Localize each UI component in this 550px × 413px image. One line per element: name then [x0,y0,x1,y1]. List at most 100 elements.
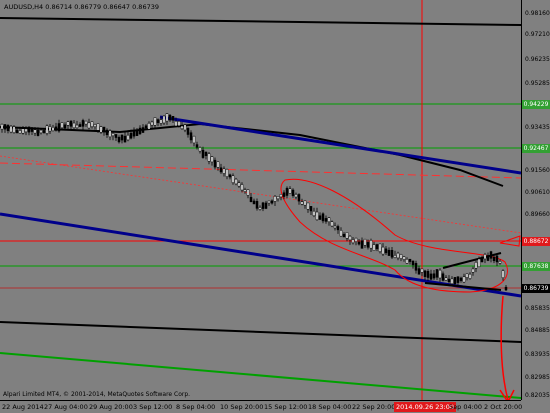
time-label: 3 Sep 12:00 [133,403,173,411]
candle-body [144,125,148,129]
candle-body [39,129,43,134]
candle-body [123,135,127,143]
candle-body [495,255,499,263]
candle-body [90,121,94,127]
candle-body [447,278,451,283]
candle-body [6,124,10,131]
candle-body [498,260,502,264]
candle-body [432,273,436,279]
candle-body [129,132,133,139]
candle-body [207,153,211,162]
price-label: 0.91560 [525,167,550,174]
time-axis[interactable]: 22 Aug 2014 27 Aug 04:00 29 Aug 20:00 3 … [0,400,522,413]
candle-body [36,129,40,136]
candle-body [267,200,271,204]
price-tag-087638: 0.87638 [522,262,550,271]
candle-body [99,126,103,133]
black-trendline-bottom[interactable] [0,321,521,343]
candle-body [264,202,268,209]
candle-body [3,124,7,130]
time-label: 29 Aug 20:00 [89,403,133,411]
wedge-line-lower[interactable] [424,282,502,291]
candle-body [249,196,253,203]
candle-body [420,268,424,273]
price-label: 0.84885 [525,327,550,334]
candle-body [102,126,106,133]
candle-body [42,130,46,133]
dashed-trendline-2[interactable] [0,155,521,234]
candle-body [438,269,442,279]
candle-body [471,268,475,273]
candle-body [189,132,193,141]
price-axis[interactable]: 0.98160 0.97210 0.96235 0.95285 0.94229 … [521,0,550,400]
candle-body [135,130,139,136]
candle-body [303,200,307,206]
candle-body [444,277,448,281]
candle-body [486,255,490,261]
candle-body [408,258,412,262]
candle-body [111,133,115,137]
time-label: 18 Sep 04:00 [308,403,352,411]
candle-body [195,144,199,148]
candle-body [315,211,319,221]
candle-body [96,123,100,131]
ohlc-text: 0.86714 0.86779 0.86647 0.86739 [45,3,159,11]
candle-body [282,192,286,197]
candle-body [348,235,352,241]
symbol-label: AUDUSD,H4 0.86714 0.86779 0.86647 0.8673… [4,3,159,11]
time-cursor-label: 2014.09.26 23:00 [394,402,457,412]
candle-body [183,124,187,131]
candle-body [462,276,466,283]
price-label: 0.89660 [525,211,550,218]
candle-body [276,196,280,200]
candle-body [456,276,460,283]
candle-body [441,273,445,281]
candle-body [273,196,277,202]
candlestick-series[interactable] [0,113,508,292]
candle-body [489,251,493,259]
candle-body [24,128,28,133]
candle-body [306,202,310,210]
candle-body [141,127,145,133]
candle-body [138,127,142,135]
candle-body [342,233,346,238]
candle-body [15,129,19,134]
candle-body [426,271,430,278]
price-label: 0.96235 [525,56,550,63]
annotation-arrow-down[interactable] [499,295,515,400]
candle-body [84,120,88,125]
candle-body [105,129,109,136]
black-trendline-top[interactable] [0,17,521,26]
candle-body [66,121,70,126]
candle-body [174,120,178,127]
candle-body [378,243,382,252]
price-tag-092467: 0.92467 [522,144,550,153]
price-label: 0.90610 [525,189,550,196]
candle-body [177,121,181,127]
candle-body [300,201,304,205]
candle-body [69,120,73,127]
candle-body [216,161,220,168]
black-curve-ma[interactable] [0,122,504,187]
chart-canvas[interactable] [0,0,521,400]
price-label: 0.97210 [525,31,550,38]
price-label: 0.83935 [525,351,550,358]
candle-body [108,130,112,138]
candle-body [21,128,25,134]
candle-body [285,187,289,196]
chart-window[interactable]: AUDUSD,H4 0.86714 0.86779 0.86647 0.8673… [0,0,550,413]
candle-body [45,125,49,134]
candle-body [243,189,247,192]
candle-body [30,127,34,132]
candle-body [168,114,172,121]
candle-body [258,207,262,210]
candle-body [501,270,505,279]
candle-body [465,273,469,278]
candle-body [399,254,403,259]
candle-body [366,242,370,248]
time-label: 22 Aug 2014 [2,403,44,411]
candle-body [474,262,478,269]
candle-body [372,244,376,251]
plot-area[interactable]: AUDUSD,H4 0.86714 0.86779 0.86647 0.8673… [0,0,521,400]
price-label: 0.85835 [525,305,550,312]
